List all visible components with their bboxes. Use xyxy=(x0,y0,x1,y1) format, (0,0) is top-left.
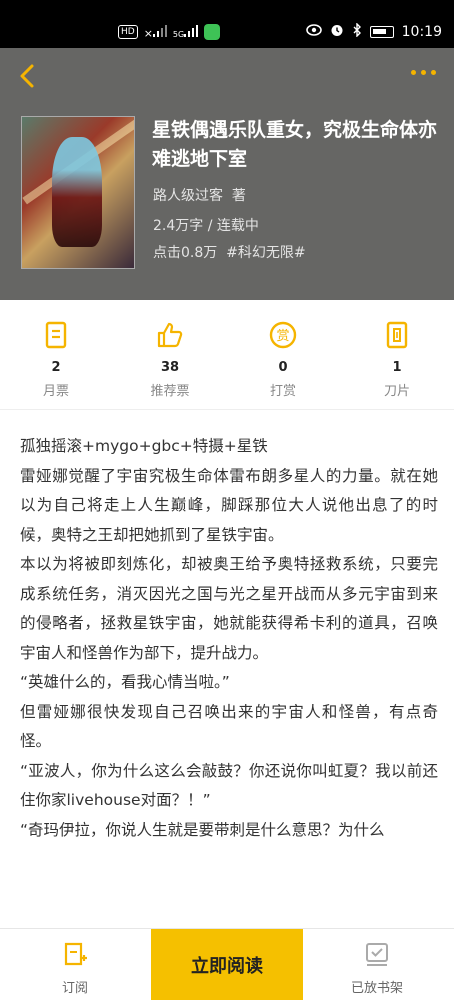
description-paragraph: 本以为将被即刻炼化，却被奥王给予奥特拯救系统，只要完成系统任务，消灭因光之国与光… xyxy=(20,555,438,662)
status-bar: HD × 5G 10:19 xyxy=(0,0,454,48)
stat-label: 刀片 xyxy=(383,384,410,399)
description-paragraph: 但雷娅娜很快发现自己召唤出来的宇宙人和怪兽，有点奇怪。 xyxy=(20,702,438,751)
book-length-status: 2.4万字 / 连载中 xyxy=(153,218,259,234)
book-cover[interactable] xyxy=(21,116,135,269)
bluetooth-icon xyxy=(352,22,362,41)
thumbs-up-icon xyxy=(157,322,183,348)
reward-coin-icon: 赏 xyxy=(269,321,297,349)
stats-row: 2 月票 38 推荐票 赏 0 打赏 1 刀片 xyxy=(0,300,454,410)
eye-icon xyxy=(305,24,322,40)
hd-indicator: HD xyxy=(118,25,138,39)
svg-text:赏: 赏 xyxy=(276,329,289,344)
added-to-shelf-button[interactable]: 已放书架 xyxy=(332,941,422,996)
sim2-signal-icon: 5G xyxy=(173,24,199,40)
more-options-button[interactable] xyxy=(411,70,436,75)
more-dot-icon xyxy=(411,70,416,75)
stat-value: 0 xyxy=(278,360,288,375)
bottom-action-bar: 订阅 立即阅读 已放书架 xyxy=(0,928,454,1000)
book-tag[interactable]: #科幻无限# xyxy=(226,245,305,261)
subscribe-label: 订阅 xyxy=(61,981,88,996)
book-title: 星铁偶遇乐队重女，究极生命体亦难逃地下室 xyxy=(152,119,438,170)
alarm-icon xyxy=(330,23,344,41)
description-paragraph: “英雄什么的，看我心情当啦。” xyxy=(20,673,230,691)
read-now-button[interactable]: 立即阅读 xyxy=(151,929,303,1000)
clock: 10:19 xyxy=(401,24,442,40)
stat-reward[interactable]: 赏 0 打赏 xyxy=(243,320,323,399)
app-notification-icon xyxy=(204,24,221,40)
book-clicks: 点击0.8万 xyxy=(153,245,218,261)
stat-monthly-ticket[interactable]: 2 月票 xyxy=(16,320,96,399)
back-button[interactable] xyxy=(14,62,42,90)
subscribe-button[interactable]: 订阅 xyxy=(30,941,120,996)
chevron-left-icon xyxy=(20,64,34,88)
stat-recommend[interactable]: 38 推荐票 xyxy=(130,320,210,399)
description-paragraph: “亚波人，你为什么这么会敲鼓？你还说你叫虹夏？我以前还住你家livehouse对… xyxy=(20,761,438,810)
more-dot-icon xyxy=(431,70,436,75)
status-right-icons: 10:19 xyxy=(305,22,442,42)
stat-label: 推荐票 xyxy=(150,384,190,399)
description-paragraph: 雷娅娜觉醒了宇宙究极生命体雷布朗多星人的力量。就在她以为自己将走上人生巅峰，脚踩… xyxy=(20,466,438,544)
stat-value: 1 xyxy=(392,360,402,375)
shelf-check-icon xyxy=(366,943,388,966)
description-paragraph: 孤独摇滚+mygo+gbc+特摄+星铁 xyxy=(20,437,268,455)
stat-label: 月票 xyxy=(42,384,69,399)
stat-value: 38 xyxy=(160,360,180,375)
sim1-signal-icon: × xyxy=(144,24,167,40)
battery-icon xyxy=(369,26,394,38)
more-dot-icon xyxy=(421,70,426,75)
blade-icon xyxy=(386,321,408,349)
stat-blade[interactable]: 1 刀片 xyxy=(357,320,437,399)
subscribe-icon xyxy=(64,942,87,966)
shelf-label: 已放书架 xyxy=(350,981,403,996)
stat-label: 打赏 xyxy=(269,384,296,399)
monthly-ticket-icon xyxy=(45,321,67,349)
book-author[interactable]: 路人级过客 著 xyxy=(153,185,246,205)
stat-value: 2 xyxy=(51,360,61,375)
description-paragraph: “奇玛伊拉，你说人生就是要带刺是什么意思？为什么 xyxy=(20,820,385,839)
book-stats-line: 点击0.8万 #科幻无限# xyxy=(153,242,306,262)
book-header: 星铁偶遇乐队重女，究极生命体亦难逃地下室 路人级过客 著 2.4万字 / 连载中… xyxy=(0,48,454,300)
status-left-icons: HD × 5G xyxy=(118,22,221,42)
book-description[interactable]: 孤独摇滚+mygo+gbc+特摄+星铁 雷娅娜觉醒了宇宙究极生命体雷布朗多星人的… xyxy=(20,432,438,845)
